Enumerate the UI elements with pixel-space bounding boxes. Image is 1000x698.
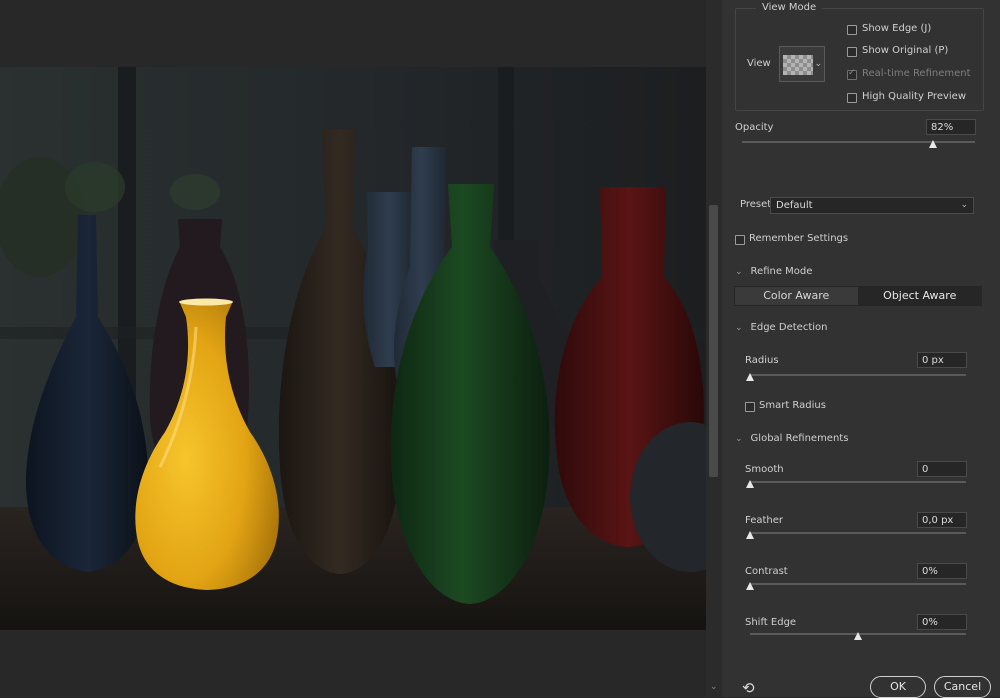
feather-label: Feather: [745, 515, 784, 526]
opacity-slider-track[interactable]: [742, 141, 975, 143]
realtime-refinement-checkbox[interactable]: [847, 68, 857, 80]
contrast-slider-track[interactable]: [750, 583, 966, 585]
show-original-label: Show Original (P): [862, 45, 949, 56]
smooth-input[interactable]: 0: [917, 461, 967, 477]
color-aware-button[interactable]: Color Aware: [735, 287, 858, 305]
opacity-label: Opacity: [735, 122, 774, 133]
show-edge-checkbox[interactable]: [847, 25, 857, 35]
refine-mode-toggle: Color Aware Object Aware: [734, 286, 982, 306]
vases-photo: [0, 67, 706, 630]
smooth-label: Smooth: [745, 464, 784, 475]
canvas-area[interactable]: [0, 0, 706, 697]
remember-settings-label: Remember Settings: [749, 233, 849, 244]
chevron-down-icon: ⌄: [814, 59, 822, 69]
shift-edge-input[interactable]: 0%: [917, 614, 967, 630]
opacity-input[interactable]: 82%: [926, 119, 976, 135]
chevron-down-icon: ⌄: [735, 323, 743, 333]
feather-input[interactable]: 0,0 px: [917, 512, 967, 528]
cancel-button[interactable]: Cancel: [934, 676, 991, 698]
preset-label: Preset: [740, 199, 772, 210]
transparency-checker-icon: [783, 55, 813, 75]
document-canvas-image[interactable]: [0, 67, 706, 630]
feather-slider-thumb[interactable]: [746, 531, 754, 539]
show-edge-label: Show Edge (J): [862, 23, 932, 34]
view-label: View: [747, 58, 771, 69]
shift-edge-label: Shift Edge: [745, 617, 797, 628]
remember-settings-checkbox[interactable]: [735, 235, 745, 245]
view-mode-title: View Mode: [756, 2, 823, 13]
scroll-down-icon[interactable]: ⌄: [710, 682, 718, 692]
contrast-label: Contrast: [745, 566, 788, 577]
view-mode-group: View Mode View ⌄ Show Edge (J) Show Orig…: [735, 2, 984, 111]
ok-button[interactable]: OK: [870, 676, 926, 698]
global-refinements-section-toggle[interactable]: ⌄ Global Refinements: [735, 433, 848, 444]
opacity-slider-thumb[interactable]: [929, 140, 938, 148]
contrast-input[interactable]: 0%: [917, 563, 967, 579]
radius-slider-thumb[interactable]: [746, 373, 754, 381]
preset-value: Default: [776, 200, 813, 211]
smooth-slider-track[interactable]: [750, 481, 966, 483]
shift-edge-slider-thumb[interactable]: [854, 632, 862, 640]
realtime-refinement-label: Real-time Refinement: [862, 68, 971, 79]
object-aware-button[interactable]: Object Aware: [857, 287, 981, 305]
chevron-down-icon: ⌄: [960, 200, 968, 210]
show-original-checkbox[interactable]: [847, 47, 857, 57]
edge-detection-title: Edge Detection: [750, 322, 828, 333]
radius-label: Radius: [745, 355, 779, 366]
feather-slider-track[interactable]: [750, 532, 966, 534]
canvas-vertical-scrollbar[interactable]: ⌄: [706, 0, 722, 697]
chevron-down-icon: ⌄: [735, 267, 743, 277]
refine-mode-section-toggle[interactable]: ⌄ Refine Mode: [735, 266, 812, 277]
chevron-down-icon: ⌄: [735, 434, 743, 444]
refine-properties-panel: View Mode View ⌄ Show Edge (J) Show Orig…: [722, 0, 1000, 698]
view-mode-dropdown[interactable]: ⌄: [779, 46, 825, 82]
scrollbar-thumb[interactable]: [709, 205, 718, 477]
refine-mode-title: Refine Mode: [750, 266, 813, 277]
high-quality-preview-checkbox[interactable]: [847, 93, 857, 103]
global-refinements-title: Global Refinements: [750, 433, 849, 444]
smart-radius-checkbox[interactable]: [745, 402, 755, 412]
edge-detection-section-toggle[interactable]: ⌄ Edge Detection: [735, 322, 827, 333]
preset-select[interactable]: Default ⌄: [770, 197, 974, 214]
smooth-slider-thumb[interactable]: [746, 480, 754, 488]
high-quality-preview-label: High Quality Preview: [862, 91, 966, 102]
radius-input[interactable]: 0 px: [917, 352, 967, 368]
smart-radius-label: Smart Radius: [759, 400, 826, 411]
contrast-slider-thumb[interactable]: [746, 582, 754, 590]
reset-icon[interactable]: ⟲: [742, 679, 755, 697]
radius-slider-track[interactable]: [750, 374, 966, 376]
